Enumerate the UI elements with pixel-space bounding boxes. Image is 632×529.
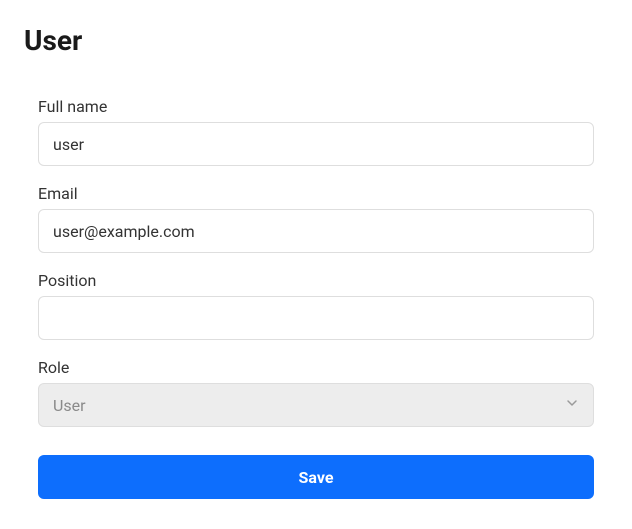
user-form: Full name Email Position Role User Save <box>20 97 612 499</box>
role-select-wrapper: User <box>38 383 594 427</box>
page-title: User <box>24 24 612 57</box>
email-group: Email <box>38 184 594 253</box>
position-label: Position <box>38 271 594 290</box>
role-select[interactable]: User <box>38 383 594 427</box>
fullname-group: Full name <box>38 97 594 166</box>
role-label: Role <box>38 358 594 377</box>
email-label: Email <box>38 184 594 203</box>
role-selected-value: User <box>53 396 86 415</box>
position-input[interactable] <box>38 296 594 340</box>
role-group: Role User <box>38 358 594 427</box>
save-button[interactable]: Save <box>38 455 594 499</box>
fullname-label: Full name <box>38 97 594 116</box>
fullname-input[interactable] <box>38 122 594 166</box>
email-input[interactable] <box>38 209 594 253</box>
position-group: Position <box>38 271 594 340</box>
